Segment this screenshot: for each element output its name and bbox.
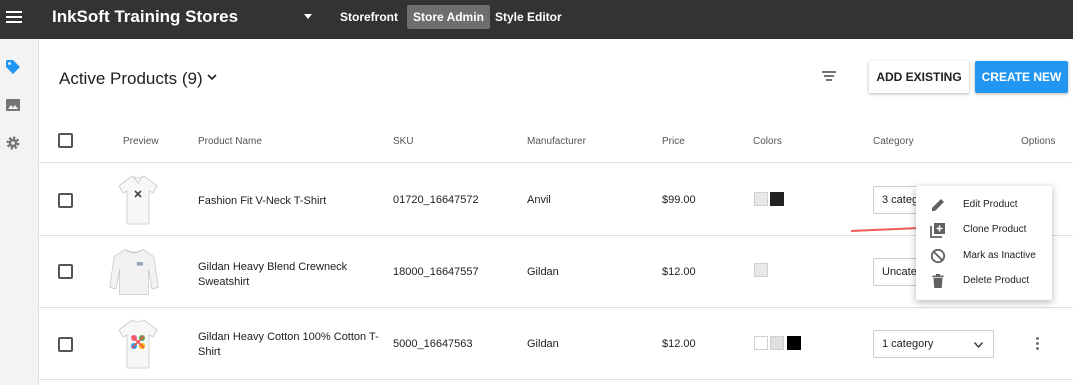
column-header-price[interactable]: Price	[662, 136, 685, 147]
divider	[39, 307, 1073, 308]
page-title: Active Products (9)	[59, 69, 203, 88]
trash-icon	[932, 274, 944, 288]
row-checkbox[interactable]	[58, 264, 73, 279]
category-select-value: Uncate	[882, 266, 917, 278]
menu-item-delete-product[interactable]: Delete Product	[916, 269, 1052, 294]
category-select-value: 1 category	[882, 338, 934, 350]
tab-store-admin[interactable]: Store Admin	[407, 5, 490, 29]
tag-icon[interactable]	[5, 59, 21, 75]
category-select-value: 3 categ	[882, 194, 919, 206]
product-price: $12.00	[662, 266, 696, 278]
menu-item-clone-product[interactable]: Clone Product	[916, 218, 1052, 243]
main-content: Active Products (9) ADD EXISTING CREATE …	[39, 39, 1073, 385]
product-name[interactable]: Fashion Fit V-Neck T-Shirt	[198, 194, 383, 209]
menu-item-label: Mark as Inactive	[963, 250, 1036, 261]
row-checkbox[interactable]	[58, 193, 73, 208]
column-header-options: Options	[1021, 136, 1056, 147]
product-price: $12.00	[662, 338, 696, 350]
product-options-menu: Edit Product Clone Product Mark as Inact…	[916, 186, 1052, 300]
menu-icon[interactable]	[6, 8, 22, 24]
product-thumbnail[interactable]	[111, 171, 165, 229]
tab-storefront[interactable]: Storefront	[334, 5, 404, 29]
column-header-colors: Colors	[753, 136, 782, 147]
color-swatch	[770, 192, 784, 206]
menu-item-edit-product[interactable]: Edit Product	[916, 193, 1052, 218]
product-name[interactable]: Gildan Heavy Cotton 100% Cotton T-Shirt	[198, 330, 383, 360]
product-sku: 01720_16647572	[393, 194, 479, 206]
color-swatch	[754, 336, 768, 350]
row-checkbox[interactable]	[58, 337, 73, 352]
store-dropdown-icon[interactable]	[304, 14, 312, 19]
image-icon[interactable]	[5, 97, 21, 113]
tab-style-editor[interactable]: Style Editor	[489, 5, 568, 29]
divider	[39, 162, 1073, 163]
divider	[39, 379, 1073, 380]
column-header-manufacturer[interactable]: Manufacturer	[527, 136, 586, 147]
chevron-down-icon	[974, 342, 983, 348]
gear-icon[interactable]	[5, 135, 21, 151]
product-sku: 5000_16647563	[393, 338, 473, 350]
column-header-sku[interactable]: SKU	[393, 136, 414, 147]
column-header-category: Category	[873, 136, 914, 147]
product-name[interactable]: Gildan Heavy Blend Crewneck Sweatshirt	[198, 260, 383, 290]
more-options-icon[interactable]	[1035, 337, 1041, 353]
product-manufacturer: Anvil	[527, 194, 551, 206]
category-select[interactable]: 1 category	[873, 330, 994, 358]
product-thumbnail[interactable]	[111, 315, 165, 373]
product-sku: 18000_16647557	[393, 266, 479, 278]
menu-item-label: Delete Product	[963, 275, 1030, 286]
pencil-icon	[932, 199, 944, 211]
top-bar: InkSoft Training Stores Storefront Store…	[0, 0, 1073, 39]
product-manufacturer: Gildan	[527, 266, 559, 278]
menu-item-label: Clone Product	[963, 224, 1027, 235]
column-header-product-name[interactable]: Product Name	[198, 136, 262, 147]
store-name: InkSoft Training Stores	[52, 7, 239, 26]
product-manufacturer: Gildan	[527, 338, 559, 350]
clone-icon	[930, 223, 945, 238]
create-new-button[interactable]: CREATE NEW	[975, 61, 1068, 93]
color-swatch	[770, 336, 784, 350]
select-all-checkbox[interactable]	[58, 133, 73, 148]
add-existing-button[interactable]: ADD EXISTING	[869, 61, 969, 93]
column-header-preview: Preview	[123, 136, 159, 147]
product-thumbnail[interactable]	[107, 242, 161, 300]
sidebar	[0, 39, 39, 385]
menu-item-mark-inactive[interactable]: Mark as Inactive	[916, 244, 1052, 269]
color-swatch	[754, 263, 768, 277]
product-price: $99.00	[662, 194, 696, 206]
menu-item-label: Edit Product	[963, 199, 1018, 210]
chevron-down-icon[interactable]	[207, 72, 217, 82]
block-icon	[930, 248, 946, 264]
color-swatch	[754, 192, 768, 206]
filter-icon[interactable]	[822, 71, 836, 83]
color-swatch	[787, 336, 801, 350]
